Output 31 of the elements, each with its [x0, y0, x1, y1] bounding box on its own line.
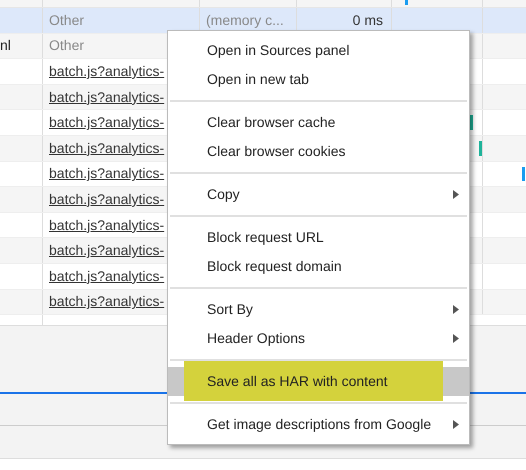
url-link[interactable]: batch.js?analytics-	[49, 266, 164, 287]
menu-item[interactable]: Block request URL	[168, 223, 469, 252]
menu-item[interactable]: Sort By	[168, 295, 469, 324]
url-link[interactable]: batch.js?analytics-	[49, 86, 164, 108]
waterfall-bar	[479, 141, 482, 156]
menu-item[interactable]: Get image descriptions from Google	[168, 410, 469, 439]
url-link[interactable]: batch.js?analytics-	[49, 214, 164, 236]
url-link[interactable]: batch.js?analytics-	[49, 163, 164, 184]
menu-item[interactable]: Open in new tab	[168, 65, 469, 94]
url-link[interactable]: batch.js?analytics-	[49, 240, 164, 262]
type-cell-text: Other	[49, 10, 84, 30]
waterfall-bar	[470, 115, 473, 130]
name-cell-text: nl	[0, 36, 11, 56]
time-cell-text: 0 ms	[352, 10, 383, 30]
menu-item[interactable]: Copy	[168, 180, 469, 209]
menu-item[interactable]: Header Options	[168, 324, 469, 353]
type-cell-text: Other	[49, 36, 84, 56]
menu-item[interactable]: Block request domain	[168, 252, 469, 281]
waterfall-bar	[405, 0, 408, 5]
url-link[interactable]: batch.js?analytics-	[49, 60, 164, 82]
url-link[interactable]: batch.js?analytics-	[49, 188, 164, 210]
url-link[interactable]: batch.js?analytics-	[49, 138, 164, 159]
url-link[interactable]: batch.js?analytics-	[49, 291, 164, 312]
menu-item[interactable]: Clear browser cache	[168, 108, 469, 137]
waterfall-bar	[522, 166, 525, 181]
url-link[interactable]: batch.js?analytics-	[49, 112, 164, 134]
menu-item[interactable]: Save all as HAR with content	[168, 367, 469, 396]
menu-item[interactable]: Clear browser cookies	[168, 137, 469, 166]
menu-item[interactable]: Open in Sources panel	[168, 36, 469, 65]
initiator-cell-text: (memory c...	[206, 10, 284, 30]
table-row[interactable]: Other (memory c... 0 ms	[0, 8, 526, 34]
